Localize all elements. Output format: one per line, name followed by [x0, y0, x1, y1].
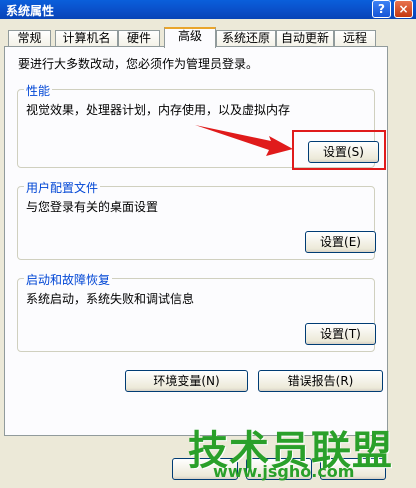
tab-system-restore[interactable]: 系统还原	[216, 30, 276, 47]
startup-recovery-group-title: 启动和故障恢复	[24, 271, 113, 288]
performance-description: 视觉效果，处理器计划，内存使用，以及虚拟内存	[26, 103, 291, 117]
tab-computer-name[interactable]: 计算机名	[55, 30, 118, 47]
tab-automatic-updates[interactable]: 自动更新	[276, 30, 334, 47]
user-profiles-settings-button[interactable]: 设置(E)	[305, 231, 376, 253]
highlight-box	[292, 130, 386, 170]
startup-recovery-description: 系统启动，系统失败和调试信息	[26, 292, 195, 306]
admin-notice: 要进行大多数改动，您必须作为管理员登录。	[18, 57, 259, 71]
help-button[interactable]: ?	[372, 0, 391, 18]
user-profiles-group-title: 用户配置文件	[24, 179, 101, 196]
performance-group-title: 性能	[24, 82, 53, 99]
tab-remote[interactable]: 远程	[334, 30, 376, 47]
red-arrow-icon	[195, 125, 293, 156]
advanced-tab-panel: 要进行大多数改动，您必须作为管理员登录。 性能 视觉效果，处理器计划，内存使用，…	[4, 46, 388, 436]
environment-variables-button[interactable]: 环境变量(N)	[125, 370, 248, 392]
title-bar[interactable]: 系统属性 ? ×	[0, 0, 416, 19]
user-profiles-description: 与您登录有关的桌面设置	[26, 200, 159, 214]
window-title: 系统属性	[6, 4, 55, 18]
user-profiles-group: 用户配置文件 与您登录有关的桌面设置 设置(E)	[17, 179, 376, 260]
watermark-url: www.jsgho.com	[213, 462, 355, 481]
error-reporting-button[interactable]: 错误报告(R)	[258, 370, 383, 392]
startup-recovery-settings-button[interactable]: 设置(T)	[305, 323, 376, 345]
close-button[interactable]: ×	[394, 0, 413, 18]
startup-recovery-group: 启动和故障恢复 系统启动，系统失败和调试信息 设置(T)	[17, 271, 376, 352]
tab-hardware[interactable]: 硬件	[118, 30, 160, 47]
tab-general[interactable]: 常规	[8, 30, 51, 47]
tab-advanced[interactable]: 高级	[164, 27, 216, 48]
